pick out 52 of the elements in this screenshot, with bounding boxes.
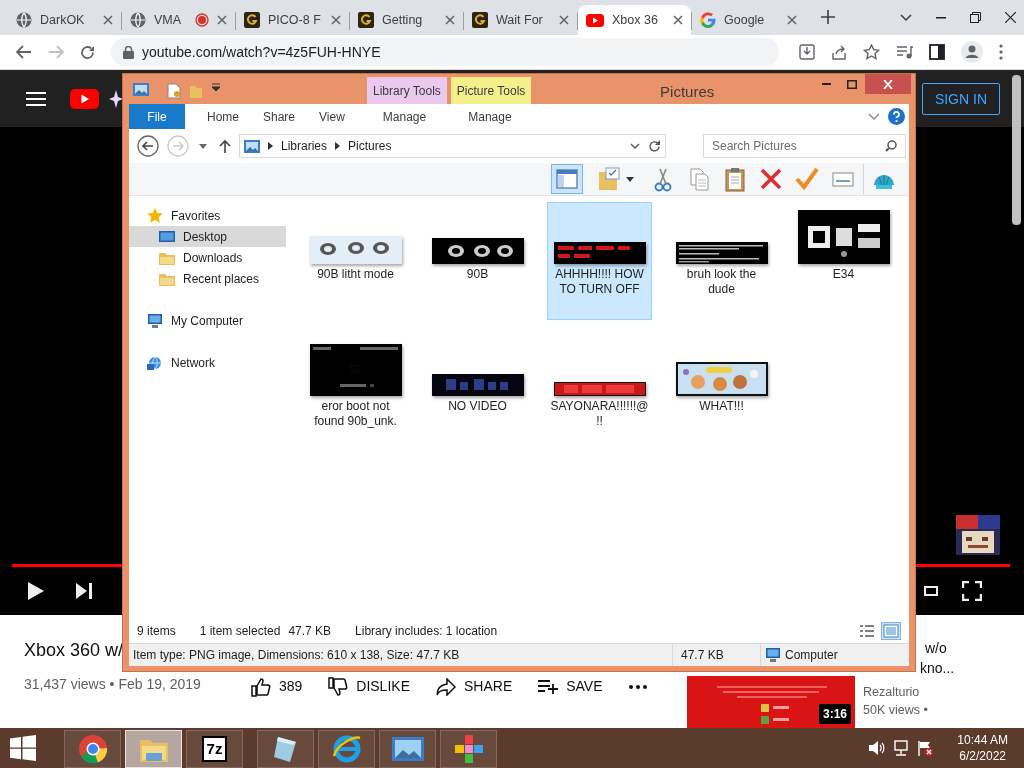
selection-info: 1 item selected: [199, 623, 281, 640]
item-count: 9 items: [137, 623, 176, 640]
file-menu-button[interactable]: File: [129, 104, 185, 129]
video-duration: 3:16: [818, 704, 851, 724]
share-button[interactable]: SHARE: [436, 676, 513, 697]
window-title: Pictures: [659, 82, 716, 102]
nav-item[interactable]: Favorites: [129, 205, 294, 226]
search-field[interactable]: Search Pictures: [703, 134, 906, 158]
selection-size: 47.7 KB: [288, 623, 332, 640]
contextual-tab-group: Library Tools: [367, 77, 447, 104]
file-item[interactable]: WHAT!!!: [669, 334, 774, 452]
file-item[interactable]: SAYONARA!!!!!!@!!: [547, 334, 652, 452]
file-item[interactable]: bruh look the dude: [669, 202, 774, 320]
file-item[interactable]: 90B litht mode: [303, 202, 408, 320]
file-item[interactable]: AHHHH!!!! HOW TO TURN OFF: [547, 202, 652, 320]
contextual-tab-group: Picture Tools: [450, 77, 532, 104]
save-button[interactable]: SAVE: [538, 676, 603, 697]
browser-tab[interactable]: VMA: [122, 5, 235, 35]
video-title[interactable]: kno...: [920, 658, 955, 678]
address-bar[interactable]: Libraries Pictures: [239, 134, 666, 158]
video-title: Xbox 360 w/: [24, 639, 124, 662]
browser-tab[interactable]: Wait For: [464, 5, 577, 35]
nav-item[interactable]: Recent places: [129, 268, 294, 289]
file-size: 47.7 KB: [680, 647, 725, 664]
file-item[interactable]: NO VIDEO: [425, 334, 530, 452]
breadcrumb-item[interactable]: Libraries: [281, 137, 328, 155]
file-item[interactable]: E34: [791, 202, 896, 320]
video-title[interactable]: w/o: [925, 638, 947, 658]
file-item[interactable]: eror boot not found 90b_unk.: [303, 334, 408, 452]
nav-item[interactable]: Network: [129, 352, 294, 373]
taskbar-app[interactable]: 7z: [186, 729, 243, 768]
file-item[interactable]: 90B: [425, 202, 530, 320]
video-stats: 31,437 views • Feb 19, 2019: [24, 675, 201, 694]
dislike-button[interactable]: DISLIKE: [328, 676, 410, 697]
browser-tab[interactable]: Google: [692, 5, 805, 35]
breadcrumb-item[interactable]: Pictures: [348, 137, 392, 155]
location-label: Computer: [785, 647, 838, 664]
browser-tab[interactable]: Getting: [350, 5, 463, 35]
nav-item[interactable]: Desktop: [129, 226, 286, 247]
view-count: 50K views •: [863, 702, 928, 719]
browser-tab[interactable]: DarkOK: [8, 5, 121, 35]
browser-tab[interactable]: Xbox 36: [578, 5, 691, 35]
sign-in-button[interactable]: SIGN IN: [921, 82, 1000, 115]
nav-item[interactable]: My Computer: [129, 310, 294, 331]
nav-item[interactable]: Downloads: [129, 247, 294, 268]
like-button[interactable]: 389: [250, 676, 303, 697]
channel-name[interactable]: Rezalturio: [863, 683, 920, 701]
library-info: Library includes: 1 location: [355, 623, 498, 640]
address-bar[interactable]: youtube.com/watch?v=4z5FUH-HNYE: [111, 38, 779, 66]
item-details: Item type: PNG image, Dimensions: 610 x 138, Size: 47.7 KB: [132, 647, 461, 664]
browser-tab[interactable]: PICO-8 F: [236, 5, 349, 35]
clock[interactable]: 10:44 AM 6/2/2022: [957, 732, 1008, 764]
